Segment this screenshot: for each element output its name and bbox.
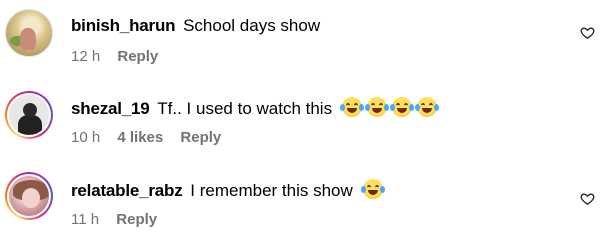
heart-outline-icon[interactable] <box>580 191 595 206</box>
comment-text: I remember this show <box>190 181 353 200</box>
avatar-image <box>9 95 49 135</box>
avatar[interactable] <box>5 91 53 139</box>
comment-text: Tf.. I used to watch this <box>157 99 333 118</box>
face-with-tears-of-joy-icon <box>339 97 364 117</box>
comment-body: relatable_rabz I remember this show <box>71 179 385 201</box>
comment-item: shezal_19 Tf.. I used to watch this 10 h… <box>0 82 601 164</box>
comment-item: relatable_rabz I remember this show 11 h… <box>0 163 601 245</box>
avatar-image <box>5 9 53 57</box>
story-ring <box>7 174 51 218</box>
comment-username[interactable]: binish_harun <box>71 16 176 35</box>
comment-meta: 10 h 4 likes Reply <box>71 129 234 146</box>
story-ring <box>7 93 51 137</box>
likes-count[interactable]: 4 likes <box>117 129 163 146</box>
reply-button[interactable]: Reply <box>116 211 157 228</box>
comment-body: binish_harun School days show <box>71 16 320 36</box>
comment-username[interactable]: relatable_rabz <box>71 181 183 200</box>
avatar[interactable] <box>5 172 53 220</box>
avatar[interactable] <box>5 9 53 57</box>
heart-outline-icon[interactable] <box>580 25 595 40</box>
comment-meta: 11 h Reply <box>71 211 170 228</box>
comment-timestamp[interactable]: 11 h <box>71 211 99 228</box>
face-with-tears-of-joy-icon <box>360 179 385 199</box>
comment-text: School days show <box>183 16 321 35</box>
comment-list: binish_harun School days show 12 h Reply… <box>0 0 601 245</box>
reply-button[interactable]: Reply <box>117 48 158 65</box>
reply-button[interactable]: Reply <box>180 129 221 146</box>
comment-item: binish_harun School days show 12 h Reply <box>0 0 601 82</box>
face-with-tears-of-joy-icon <box>414 97 439 117</box>
face-with-tears-of-joy-icon <box>389 97 414 117</box>
comment-timestamp[interactable]: 12 h <box>71 48 100 65</box>
comment-timestamp[interactable]: 10 h <box>71 129 100 146</box>
comment-meta: 12 h Reply <box>71 48 171 65</box>
avatar-image <box>9 176 49 216</box>
comment-username[interactable]: shezal_19 <box>71 99 150 118</box>
face-with-tears-of-joy-icon <box>364 97 389 117</box>
comment-body: shezal_19 Tf.. I used to watch this <box>71 97 439 119</box>
